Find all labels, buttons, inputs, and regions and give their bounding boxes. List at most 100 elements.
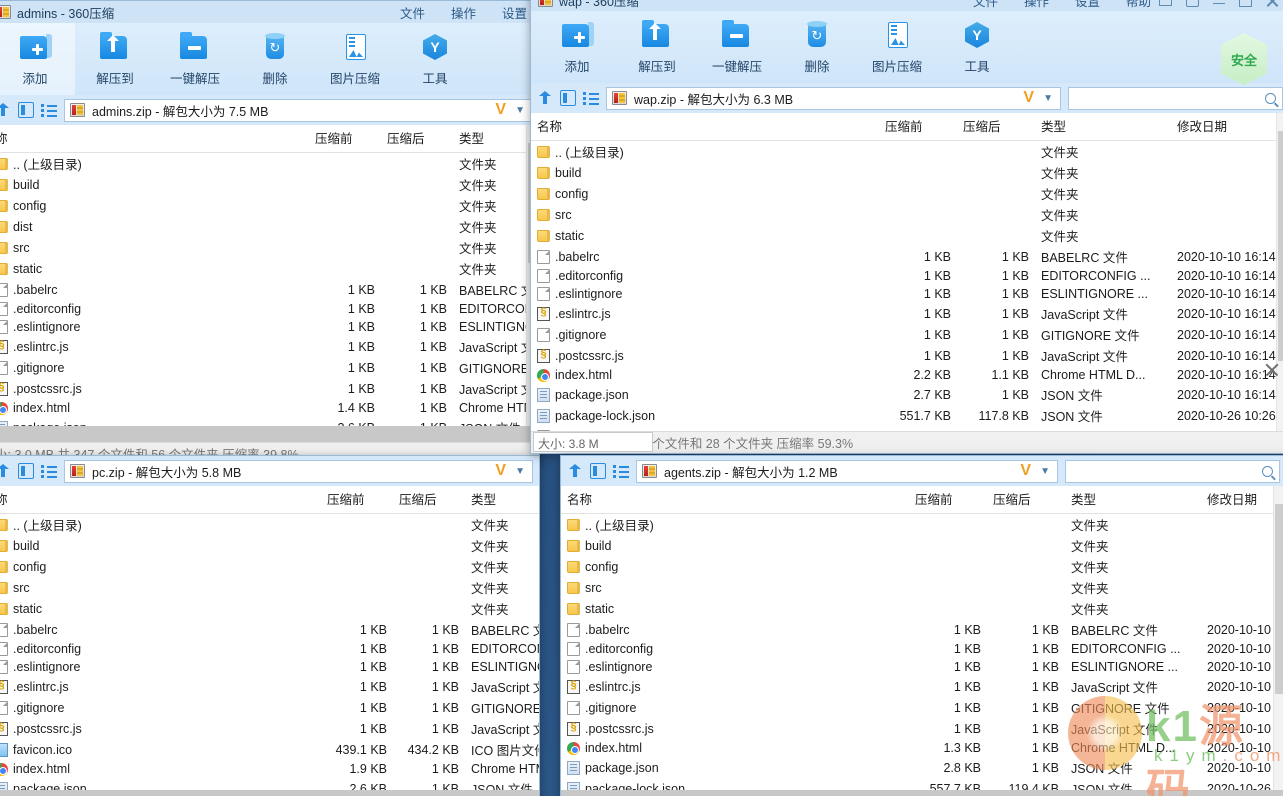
filelist-admins[interactable]: 称 压缩前 压缩后 类型 .. (上级目录)文件夹build文件夹config文… [0,125,539,426]
go-up-icon[interactable] [537,90,553,106]
col-header-before[interactable]: 压缩前 [879,113,957,141]
menu-item-file[interactable]: 文件 [400,3,425,22]
table-row[interactable]: .gitignore 1 KB 1 KB GITIGNORE 文件 2020-10-10… [561,697,1283,718]
table-row[interactable]: .babelrc 1 KB 1 KB BABELRC 文件 2020-10-10 16:… [531,246,1283,267]
filelist-pc[interactable]: 称 压缩前 压缩后 类型 .. (上级目录) 文件夹 build 文件夹 config 文… [0,486,539,790]
col-header-name[interactable]: 名称 [561,486,909,514]
window-admins[interactable]: admins - 360压缩 文件 操作 设置 添加 解压到 一键解压 ↻ 删除… [0,0,540,465]
table-row[interactable]: .babelrc 1 KB 1 KB BABELRC 文件 2020-10-10 16:… [561,619,1283,640]
menubar-wap[interactable]: 文件 操作 设置 帮助 [973,0,1159,10]
titlebar-wap[interactable]: wap - 360压缩 文件 操作 设置 帮助 [531,0,1283,11]
toggle-panel-icon[interactable] [18,463,34,479]
menu-item-file[interactable]: 文件 [973,0,998,10]
go-up-icon[interactable] [0,102,11,118]
addressbar-agents[interactable]: agents.zip - 解包大小为 1.2 MB V ▼ [561,456,1283,486]
table-row[interactable]: .postcssrc.js1 KB1 KBJavaScript 文件 [0,378,539,399]
table-row[interactable]: package.json 2.8 KB 1 KB JSON 文件 2020-10-10 … [561,757,1283,778]
toolbar-add-button[interactable]: 添加 [537,11,617,83]
toolbar-one-click-extract-button[interactable]: 一键解压 [155,23,235,95]
table-row[interactable]: .postcssrc.js1 KB1 KBJavaScript 文件2020-1… [531,345,1283,366]
menu-item-operation[interactable]: 操作 [1024,0,1049,10]
col-header-after[interactable]: 压缩后 [393,486,465,514]
table-row[interactable]: index.html1.4 KB1 KBChrome HTML D... [0,399,539,417]
table-header-row[interactable]: 称 压缩前 压缩后 类型 [0,125,539,153]
table-row[interactable]: .eslintrc.js 1 KB 1 KB JavaScript 文件 2020-10… [561,676,1283,697]
search-field[interactable] [1075,90,1266,106]
view-list-icon[interactable] [41,102,57,118]
addressbar-pc[interactable]: pc.zip - 解包大小为 5.8 MB V ▼ [0,456,539,486]
col-header-type[interactable]: 类型 [465,486,539,514]
close-icon[interactable] [1266,0,1279,7]
table-row[interactable]: .editorconfig 1 KB 1 KB EDITORCONFIG ... 202… [561,640,1283,658]
scroll-left-arrow[interactable]: ‹ [563,791,567,796]
table-row[interactable]: .eslintignore 1 KB 1 KB ESLINTIGNOR [0,658,539,676]
table-row[interactable]: .postcssrc.js1 KB1 KBJavaScript 文件 [0,718,539,739]
menu-item-settings[interactable]: 设置 [502,3,527,22]
path-input-agents[interactable]: agents.zip - 解包大小为 1.2 MB V ▼ [636,459,1058,483]
table-row[interactable]: .eslintignore1 KB1 KBESLINTIGNORE ... [0,318,539,336]
search-input-agents[interactable] [1065,459,1280,483]
chevron-down-icon[interactable]: ▼ [515,105,528,116]
table-row[interactable]: build 文件夹 [0,174,539,195]
table-row[interactable]: config 文件夹 [0,195,539,216]
menu-item-help[interactable]: 帮助 [1126,0,1151,10]
window-controls-wap[interactable] [1159,0,1283,7]
table-row[interactable]: .gitignore 1 KB 1 KB GITIGNORE 文件 2020-10-10… [531,324,1283,345]
search-input-wap[interactable] [1068,86,1283,110]
table-row[interactable]: favicon.ico 439.1 KB 434.2 KB ICO 图片文件 [0,739,539,760]
table-row[interactable]: .editorconfig 1 KB 1 KB EDITORCONFI [0,640,539,658]
table-row[interactable]: .eslintignore 1 KB 1 KB ESLINTIGNORE ... 202… [531,285,1283,303]
table-row[interactable]: .eslintrc.js 1 KB 1 KB JavaScript 文件 [0,676,539,697]
table-row[interactable]: index.html 1.9 KB 1 KB Chrome HTML [0,760,539,778]
toolbar-image-compress-button[interactable]: 图片压缩 [315,23,395,95]
table-row[interactable]: dist 文件夹 [0,216,539,237]
path-input-admins[interactable]: admins.zip - 解包大小为 7.5 MB V ▼ [64,98,533,122]
horizontal-scrollbar-pc[interactable] [0,790,539,796]
table-row[interactable]: build 文件夹 [561,535,1283,556]
table-row[interactable]: .. (上级目录) 文件夹 [0,514,539,536]
table-row[interactable]: config 文件夹 [561,556,1283,577]
table-row[interactable]: .eslintrc.js 1 KB 1 KB JavaScript 文件 2020-10… [531,303,1283,324]
toolbar-image-compress-button[interactable]: 图片压缩 [857,11,937,83]
window-wap[interactable]: wap - 360压缩 文件 操作 设置 帮助 添加 解压到 一键解压 ↻ 删除… [530,0,1283,454]
chevron-down-icon[interactable]: ▼ [1043,93,1056,104]
table-row[interactable]: package-lock.json 551.7 KB 117.8 KB JSON 文件… [531,405,1283,426]
path-input-pc[interactable]: pc.zip - 解包大小为 5.8 MB V ▼ [64,459,533,483]
table-row[interactable]: .eslintignore 1 KB 1 KB ESLINTIGNORE ... 202… [561,658,1283,676]
filelist-agents[interactable]: 名称 压缩前 压缩后 类型 修改日期 .. (上级目录) 文件夹 build 文件夹 c… [561,486,1283,790]
table-row[interactable]: build 文件夹 [531,162,1283,183]
table-row[interactable]: src 文件夹 [531,204,1283,225]
col-header-name[interactable]: 称 [0,125,309,153]
table-row[interactable]: package-lock.json 557.7 KB 119.4 KB JSON 文件… [561,778,1283,790]
table-row[interactable]: README.md1 KB1 KBMD 文件2020-10-10 16:14 [531,426,1283,431]
security-badge[interactable]: 安全 [1221,33,1267,85]
col-header-before[interactable]: 压缩前 [909,486,987,514]
table-row[interactable]: src 文件夹 [561,577,1283,598]
table-row[interactable]: static 文件夹 [0,598,539,619]
col-header-after[interactable]: 压缩后 [987,486,1065,514]
scrollbar-thumb[interactable] [1278,131,1283,361]
titlebar-admins[interactable]: admins - 360压缩 文件 操作 设置 [0,1,539,23]
toolbar-delete-button[interactable]: 删除 [777,11,857,83]
toggle-panel-icon[interactable] [560,90,576,106]
table-header-row[interactable]: 称 压缩前 压缩后 类型 [0,486,539,514]
col-header-after[interactable]: 压缩后 [957,113,1035,141]
toolbar-extract-to-button[interactable]: 解压到 [75,23,155,95]
toggle-panel-icon[interactable] [590,463,606,479]
col-header-after[interactable]: 压缩后 [381,125,453,153]
col-header-name[interactable]: 称 [0,486,321,514]
addressbar-wap[interactable]: wap.zip - 解包大小为 6.3 MB V ▼ [531,83,1283,113]
feedback-icon[interactable] [1186,0,1199,7]
horizontal-scrollbar-admins[interactable] [0,426,539,442]
table-row[interactable]: static 文件夹 [531,225,1283,246]
col-header-date[interactable]: 修改日期 [1171,113,1283,141]
upgrade-icon[interactable] [1159,0,1172,6]
table-row[interactable]: src 文件夹 [0,237,539,258]
close-icon-edge[interactable] [1264,362,1280,378]
window-pc[interactable]: pc.zip - 解包大小为 5.8 MB V ▼ 称 压缩前 压缩后 类型 .… [0,455,540,796]
table-row[interactable]: index.html 2.2 KB 1.1 KB Chrome HTML D... 20… [531,366,1283,384]
menubar-admins[interactable]: 文件 操作 设置 [400,3,535,22]
toolbar-one-click-extract-button[interactable]: 一键解压 [697,11,777,83]
vertical-scrollbar[interactable] [1273,486,1283,790]
horizontal-scrollbar-agents[interactable]: ‹ › [561,790,1283,796]
